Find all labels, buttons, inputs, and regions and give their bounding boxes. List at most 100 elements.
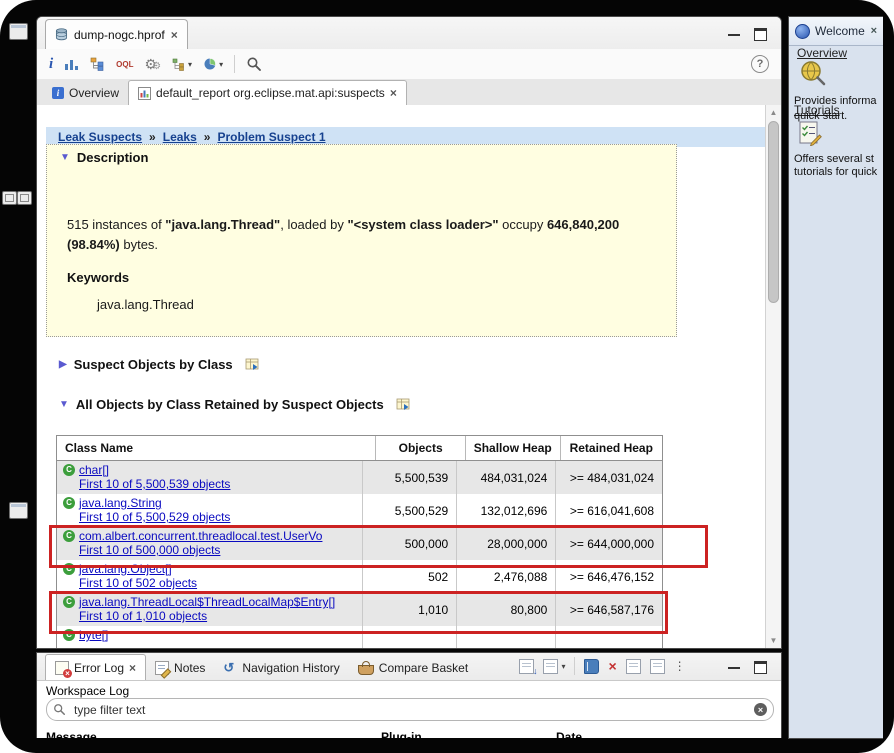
tab-navigation-history[interactable]: Navigation History — [214, 655, 348, 680]
twistie-collapsed-icon[interactable]: ▶ — [59, 359, 67, 370]
chevron-down-icon[interactable]: ▾ — [561, 662, 565, 671]
close-icon[interactable]: × — [171, 28, 178, 42]
twistie-expanded-icon[interactable]: ▼ — [59, 399, 69, 410]
column-header-shallow-heap[interactable]: Shallow Heap — [465, 436, 560, 460]
oql-icon[interactable]: OQL — [116, 55, 133, 73]
vertical-scrollbar[interactable]: ▲ ▼ — [765, 105, 781, 648]
breadcrumb-link[interactable]: Problem Suspect 1 — [217, 130, 325, 144]
shallow-heap-cell: 80,800 — [456, 593, 555, 626]
run-report-dropdown[interactable]: ▾ — [203, 55, 223, 73]
column-header-date[interactable]: Date — [556, 730, 676, 738]
search-icon — [53, 703, 66, 716]
column-header-message[interactable]: Message — [46, 730, 381, 738]
overview-globe-icon[interactable] — [799, 59, 826, 86]
objects-cell — [362, 626, 456, 648]
close-icon[interactable]: × — [871, 25, 877, 37]
first-objects-link[interactable]: First 10 of 502 objects — [79, 576, 362, 590]
report-tab-bar: i Overview default_report org.eclipse.ma… — [37, 79, 781, 106]
collapsed-view-icon[interactable] — [2, 191, 17, 205]
tab-error-log[interactable]: Error Log× — [45, 654, 146, 680]
clear-log-icon[interactable] — [626, 659, 641, 674]
search-icon[interactable] — [246, 55, 262, 73]
gear-icon: ⚙ — [152, 62, 161, 72]
overview-link[interactable]: Overview — [797, 46, 847, 60]
suspect-objects-section-header[interactable]: ▶ Suspect Objects by Class — [59, 357, 260, 372]
open-log-icon[interactable] — [543, 659, 558, 674]
column-header-retained-heap[interactable]: Retained Heap — [560, 436, 662, 460]
window-buttons — [728, 28, 781, 49]
overflow-menu-icon[interactable]: ⋮ — [674, 659, 686, 673]
maximize-icon[interactable] — [754, 28, 767, 41]
filter-field[interactable]: × — [46, 698, 774, 721]
first-objects-link[interactable]: First 10 of 5,500,529 objects — [79, 510, 362, 524]
class-name-link[interactable]: com.albert.concurrent.threadlocal.test.U… — [79, 529, 322, 543]
scrollbar-thumb[interactable] — [768, 121, 779, 303]
dominator-tree-icon[interactable] — [90, 55, 105, 73]
description-section-header[interactable]: ▼ Description — [60, 150, 148, 165]
tab-dump-nogc-hprof[interactable]: dump-nogc.hprof × — [45, 19, 188, 49]
restore-panel-icon[interactable] — [9, 23, 28, 40]
minimize-icon[interactable] — [728, 667, 740, 669]
objects-cell: 502 — [362, 560, 456, 593]
column-header-class-name[interactable]: Class Name — [57, 436, 375, 460]
tab-overview[interactable]: i Overview — [43, 81, 128, 105]
scroll-down-icon[interactable]: ▼ — [766, 634, 781, 647]
thread-overview-gears-icon[interactable]: ⚙⚙ — [145, 55, 162, 73]
restore-log-icon[interactable] — [650, 659, 665, 674]
class-name-link[interactable]: char[] — [79, 463, 109, 477]
open-in-table-icon[interactable] — [396, 398, 411, 411]
editor-tab-bar: dump-nogc.hprof × — [37, 17, 781, 50]
class-name-link[interactable]: java.lang.ThreadLocal$ThreadLocalMap$Ent… — [79, 595, 335, 609]
editor-tab-title: dump-nogc.hprof — [74, 28, 165, 42]
class-name-link[interactable]: java.lang.String — [79, 496, 162, 510]
table-row: Cchar[]First 10 of 5,500,539 objects5,50… — [57, 461, 662, 494]
table-row: Cjava.lang.Object[]First 10 of 502 objec… — [57, 560, 662, 593]
filter-input[interactable] — [72, 702, 748, 718]
tab-compare-basket[interactable]: Compare Basket — [349, 655, 477, 680]
breadcrumb-separator: » — [149, 130, 156, 144]
first-objects-link[interactable]: First 10 of 1,010 objects — [79, 609, 362, 623]
open-in-table-icon[interactable] — [245, 358, 260, 371]
close-icon[interactable]: × — [390, 86, 397, 100]
maximize-icon[interactable] — [754, 661, 767, 674]
section-title: All Objects by Class Retained by Suspect… — [76, 397, 384, 412]
import-log-icon[interactable] — [584, 659, 599, 674]
compare-basket-icon — [358, 665, 374, 675]
histogram-icon[interactable] — [64, 55, 79, 73]
breadcrumb-link[interactable]: Leaks — [163, 130, 197, 144]
first-objects-link[interactable]: First 10 of 5,500,539 objects — [79, 477, 362, 491]
tutorials-description: Offers several st — [794, 153, 874, 165]
overview-info-icon[interactable]: i — [49, 55, 53, 73]
tab-suspects-report[interactable]: default_report org.eclipse.mat.api:suspe… — [128, 80, 407, 105]
class-name-link[interactable]: java.lang.Object[] — [79, 562, 172, 576]
clear-filter-icon[interactable]: × — [754, 703, 767, 716]
export-log-icon[interactable]: ↓ — [519, 659, 534, 674]
tab-label: Welcome — [815, 24, 865, 38]
delete-log-icon[interactable]: × — [608, 660, 616, 673]
class-icon: C — [63, 563, 75, 575]
minimize-icon[interactable] — [728, 34, 740, 36]
column-header-plugin[interactable]: Plug-in — [381, 730, 556, 738]
collapsed-view-icon[interactable] — [17, 191, 32, 205]
all-objects-section-header[interactable]: ▼ All Objects by Class Retained by Suspe… — [59, 397, 411, 412]
description-text: "java.lang.Thread" — [165, 217, 280, 232]
restore-panel-icon[interactable] — [9, 502, 28, 519]
column-header-objects[interactable]: Objects — [375, 436, 465, 460]
help-icon[interactable]: ? — [751, 55, 769, 73]
class-icon: C — [63, 629, 75, 641]
class-name-line: Cjava.lang.String — [63, 496, 362, 510]
breadcrumb-link[interactable]: Leak Suspects — [58, 130, 142, 144]
info-icon: i — [52, 87, 64, 99]
report-content: Leak Suspects»Leaks»Problem Suspect 1 ▼ … — [37, 105, 781, 648]
scroll-up-icon[interactable]: ▲ — [766, 106, 781, 119]
welcome-tab[interactable]: Welcome × — [789, 17, 883, 46]
tab-notes[interactable]: Notes — [146, 655, 214, 680]
mat-toolbar: i OQL ⚙⚙ ▾ ▾ ? — [37, 49, 781, 80]
close-icon[interactable]: × — [129, 661, 136, 675]
first-objects-link[interactable]: First 10 of 500,000 objects — [79, 543, 362, 557]
twistie-expanded-icon[interactable]: ▼ — [60, 152, 70, 163]
table-row: Cjava.lang.StringFirst 10 of 5,500,529 o… — [57, 494, 662, 527]
class-name-link[interactable]: byte[] — [79, 628, 108, 642]
query-browser-dropdown[interactable]: ▾ — [172, 55, 192, 73]
tutorials-checklist-icon[interactable] — [798, 121, 823, 146]
